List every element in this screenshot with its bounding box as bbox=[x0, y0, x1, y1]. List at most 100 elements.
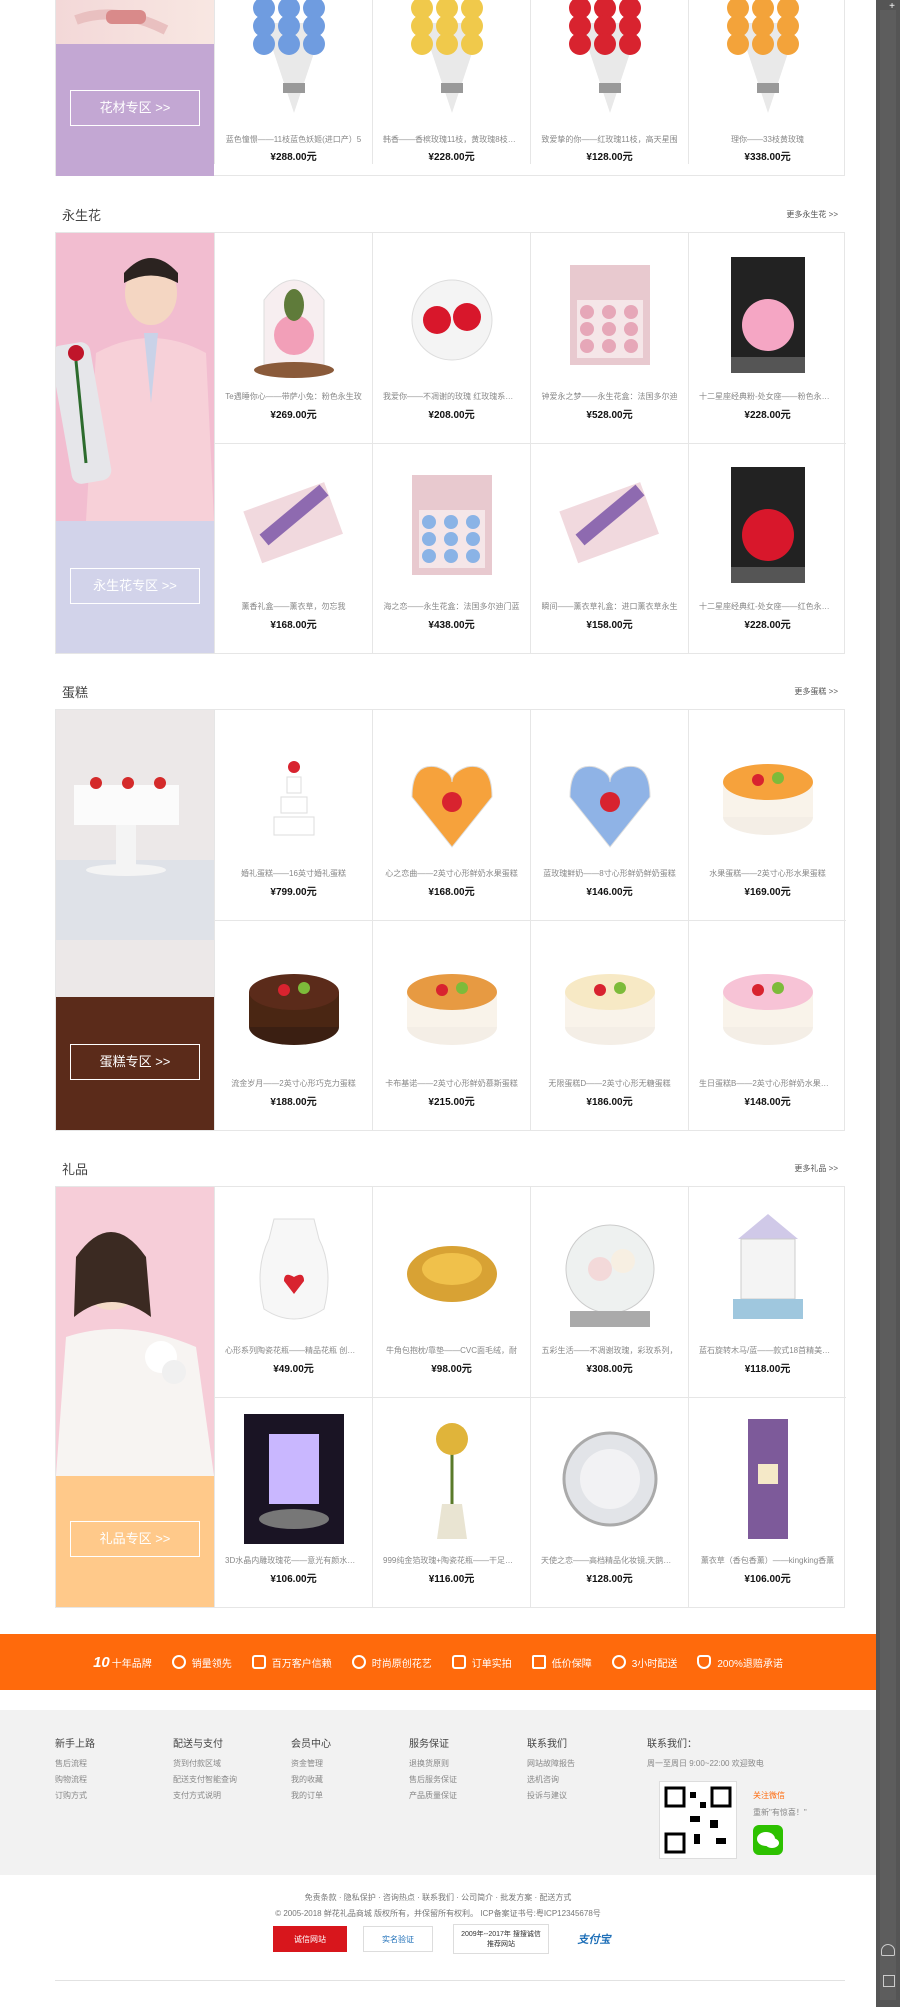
product-name[interactable]: 薰香礼盒——薰衣草，勿忘我 bbox=[225, 601, 362, 612]
product-image[interactable] bbox=[239, 1409, 349, 1549]
product-card[interactable]: 心之恋曲——2英寸心形鲜奶水果蛋糕 ¥168.00元 bbox=[372, 710, 530, 920]
product-card[interactable]: 五彩生活——不凋谢玫瑰，彩玫系列， ¥308.00元 bbox=[530, 1187, 688, 1397]
product-name[interactable]: 我爱你——不凋谢的玫瑰 红玫瑰系列 情 bbox=[383, 391, 520, 402]
product-card[interactable]: 我爱你——不凋谢的玫瑰 红玫瑰系列 情 ¥208.00元 bbox=[372, 233, 530, 443]
footer-link[interactable]: 售后流程 bbox=[55, 1756, 95, 1772]
product-image[interactable] bbox=[397, 0, 507, 118]
wechat-icon[interactable] bbox=[753, 1825, 783, 1855]
product-image[interactable] bbox=[713, 1409, 823, 1549]
eternal-zone-button[interactable]: 永生花专区 >> bbox=[70, 568, 200, 604]
product-card[interactable]: 韩香——香槟玫瑰11枝，黄玫瑰8枝，红 ¥228.00元 bbox=[372, 0, 530, 164]
product-card[interactable]: 薰衣草（香包香薰）——kingking香薰 ¥106.00元 bbox=[688, 1397, 846, 1607]
product-name[interactable]: 十二星座经典粉-处女座——粉色永生玫 bbox=[699, 391, 836, 402]
footer-link[interactable]: 产品质量保证 bbox=[409, 1788, 457, 1804]
product-name[interactable]: 钟爱永之梦——永生花盒：法国多尔迪 bbox=[541, 391, 678, 402]
product-image[interactable] bbox=[555, 1409, 665, 1549]
product-image[interactable] bbox=[555, 455, 665, 595]
product-name[interactable]: 流金岁月——2英寸心形巧克力蛋糕 bbox=[225, 1078, 362, 1089]
product-image[interactable] bbox=[397, 245, 507, 385]
product-image[interactable] bbox=[397, 455, 507, 595]
product-card[interactable]: 薰香礼盒——薰衣草，勿忘我 ¥168.00元 bbox=[214, 443, 372, 653]
product-image[interactable] bbox=[239, 722, 349, 862]
product-image[interactable] bbox=[555, 0, 665, 118]
product-card[interactable]: 天使之恋——高档精品化妆镜,天鹅浮雕 ¥128.00元 bbox=[530, 1397, 688, 1607]
product-image[interactable] bbox=[555, 932, 665, 1072]
product-card[interactable]: 十二星座经典红-处女座——红色永生玫 ¥228.00元 bbox=[688, 443, 846, 653]
product-image[interactable] bbox=[555, 245, 665, 385]
product-image[interactable] bbox=[239, 455, 349, 595]
plus-icon[interactable]: + bbox=[889, 1, 895, 12]
product-card[interactable]: 瞬间——薰衣草礼盒：进口薰衣草永生 ¥158.00元 bbox=[530, 443, 688, 653]
trust-badge-recommend[interactable]: 2009年--2017年 搜搜诚信推荐网站 bbox=[453, 1924, 549, 1954]
product-image[interactable] bbox=[397, 722, 507, 862]
product-image[interactable] bbox=[397, 1409, 507, 1549]
product-name[interactable]: 薰衣草（香包香薰）——kingking香薰 bbox=[699, 1555, 836, 1566]
flower-zone-button[interactable]: 花材专区 >> bbox=[70, 90, 200, 126]
product-name[interactable]: 蓝色憧憬——11枝蓝色妖姬(进口产）5 bbox=[225, 134, 362, 145]
product-image[interactable] bbox=[713, 1199, 823, 1339]
footer-link[interactable]: 支付方式说明 bbox=[173, 1788, 237, 1804]
product-image[interactable] bbox=[555, 722, 665, 862]
product-card[interactable]: 生日蛋糕B——2英寸心形鲜奶水果蛋糕 ¥148.00元 bbox=[688, 920, 846, 1130]
product-name[interactable]: 蓝玫瑰鲜奶——8寸心形鲜奶鲜奶蛋糕 bbox=[541, 868, 678, 879]
product-image[interactable] bbox=[239, 932, 349, 1072]
product-card[interactable]: 水果蛋糕——2英寸心形水果蛋糕 ¥169.00元 bbox=[688, 710, 846, 920]
product-card[interactable]: 3D水晶内雕玫瑰花——意光有颜水晶工 ¥106.00元 bbox=[214, 1397, 372, 1607]
gift-zone-button[interactable]: 礼品专区 >> bbox=[70, 1521, 200, 1557]
footer-link[interactable]: 购物流程 bbox=[55, 1772, 95, 1788]
product-card[interactable]: 蓝玫瑰鲜奶——8寸心形鲜奶鲜奶蛋糕 ¥146.00元 bbox=[530, 710, 688, 920]
product-name[interactable]: 瞬间——薰衣草礼盒：进口薰衣草永生 bbox=[541, 601, 678, 612]
trust-badge-credit[interactable]: 诚信网站 bbox=[273, 1926, 347, 1952]
product-card[interactable]: 流金岁月——2英寸心形巧克力蛋糕 ¥188.00元 bbox=[214, 920, 372, 1130]
product-name[interactable]: 3D水晶内雕玫瑰花——意光有颜水晶工 bbox=[225, 1555, 362, 1566]
product-card[interactable]: 无限蛋糕D——2英寸心形无糖蛋糕 ¥186.00元 bbox=[530, 920, 688, 1130]
product-name[interactable]: 无限蛋糕D——2英寸心形无糖蛋糕 bbox=[541, 1078, 678, 1089]
product-name[interactable]: 海之恋——永生花盒：法国多尔迪门蓝 bbox=[383, 601, 520, 612]
footer-link[interactable]: 配送支付智能查询 bbox=[173, 1772, 237, 1788]
alipay-logo[interactable]: 支付宝 bbox=[566, 1926, 622, 1952]
more-link-gift[interactable]: 更多礼品 >> bbox=[794, 1163, 838, 1174]
product-image[interactable] bbox=[713, 455, 823, 595]
product-image[interactable] bbox=[397, 932, 507, 1072]
product-name[interactable]: 致爱挚的你——红玫瑰11枝，高天星围 bbox=[541, 134, 678, 145]
product-card[interactable]: 钟爱永之梦——永生花盒：法国多尔迪 ¥528.00元 bbox=[530, 233, 688, 443]
product-card[interactable]: 理你——33枝黄玫瑰 ¥338.00元 bbox=[688, 0, 846, 164]
footer-link[interactable]: 我的收藏 bbox=[291, 1772, 331, 1788]
footer-link[interactable]: 网站故障报告 bbox=[527, 1756, 575, 1772]
scrollbar-thumb[interactable] bbox=[880, 10, 896, 2000]
footer-link[interactable]: 售后服务保证 bbox=[409, 1772, 457, 1788]
product-card[interactable]: 卡布基诺——2英寸心形鲜奶慕斯蛋糕 ¥215.00元 bbox=[372, 920, 530, 1130]
product-name[interactable]: 卡布基诺——2英寸心形鲜奶慕斯蛋糕 bbox=[383, 1078, 520, 1089]
product-card[interactable]: 蓝石旋转木马/蓝——款式18首精美音乐 ¥118.00元 bbox=[688, 1187, 846, 1397]
trust-badge-realname[interactable]: 实名验证 bbox=[363, 1926, 433, 1952]
footer-link[interactable]: 投诉与建议 bbox=[527, 1788, 575, 1804]
footer-link[interactable]: 货到付款区域 bbox=[173, 1756, 237, 1772]
product-image[interactable] bbox=[713, 932, 823, 1072]
product-name[interactable]: 十二星座经典红-处女座——红色永生玫 bbox=[699, 601, 836, 612]
product-name[interactable]: 生日蛋糕B——2英寸心形鲜奶水果蛋糕 bbox=[699, 1078, 836, 1089]
footer-link[interactable]: 退换货原则 bbox=[409, 1756, 457, 1772]
product-image[interactable] bbox=[555, 1199, 665, 1339]
product-name[interactable]: 韩香——香槟玫瑰11枝，黄玫瑰8枝，红 bbox=[383, 134, 520, 145]
product-name[interactable]: 五彩生活——不凋谢玫瑰，彩玫系列， bbox=[541, 1345, 678, 1356]
product-name[interactable]: 999纯金箔玫瑰+陶瓷花瓶——干足金箔 bbox=[383, 1555, 520, 1566]
footer-link[interactable]: 选机咨询 bbox=[527, 1772, 575, 1788]
product-image[interactable] bbox=[239, 245, 349, 385]
product-card[interactable]: 十二星座经典粉-处女座——粉色永生玫 ¥228.00元 bbox=[688, 233, 846, 443]
product-card[interactable]: 婚礼蛋糕——16英寸婚礼蛋糕 ¥799.00元 bbox=[214, 710, 372, 920]
scrollbar[interactable]: + bbox=[876, 0, 900, 2007]
product-card[interactable]: 心形系列陶瓷花瓶——精品花瓶 创意家 ¥49.00元 bbox=[214, 1187, 372, 1397]
product-name[interactable]: 心之恋曲——2英寸心形鲜奶水果蛋糕 bbox=[383, 868, 520, 879]
product-card[interactable]: 牛角包抱枕/靠垫——CVC面毛绒，耐 ¥98.00元 bbox=[372, 1187, 530, 1397]
more-link-eternal[interactable]: 更多永生花 >> bbox=[786, 209, 838, 220]
headset-icon[interactable] bbox=[881, 1944, 895, 1956]
product-name[interactable]: 心形系列陶瓷花瓶——精品花瓶 创意家 bbox=[225, 1345, 362, 1356]
product-card[interactable]: Te遇睡你心——带萨小兔：粉色永生玫 ¥269.00元 bbox=[214, 233, 372, 443]
more-link-cake[interactable]: 更多蛋糕 >> bbox=[794, 686, 838, 697]
footer-nav-links[interactable]: 免责条款 · 隐私保护 · 咨询热点 · 联系我们 · 公司简介 · 批发方案 … bbox=[0, 1892, 876, 1903]
cake-zone-button[interactable]: 蛋糕专区 >> bbox=[70, 1044, 200, 1080]
footer-link[interactable]: 订购方式 bbox=[55, 1788, 95, 1804]
product-card[interactable]: 999纯金箔玫瑰+陶瓷花瓶——干足金箔 ¥116.00元 bbox=[372, 1397, 530, 1607]
product-image[interactable] bbox=[713, 245, 823, 385]
product-image[interactable] bbox=[239, 1199, 349, 1339]
